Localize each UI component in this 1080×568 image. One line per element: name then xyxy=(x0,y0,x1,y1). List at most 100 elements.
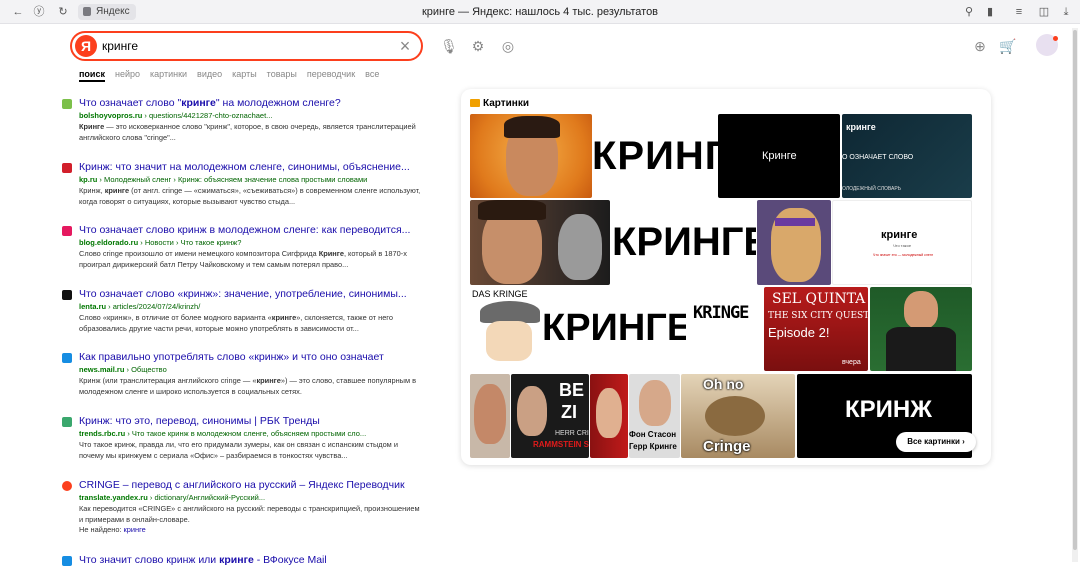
search-result: Кринж: что это, перевод, синонимы | РБК … xyxy=(62,415,422,465)
thumb-text: Фон Стасон xyxy=(629,430,677,439)
search-result: Что означает слово "кринге" на молодежно… xyxy=(62,97,422,147)
clear-search-icon[interactable]: × xyxy=(397,36,413,56)
image-thumb[interactable]: КРИНГЕ xyxy=(592,114,718,198)
image-thumb[interactable]: кринге Что такое Что значит это — молоде… xyxy=(832,200,972,285)
search-tabs: поиск нейро картинки видео карты товары … xyxy=(79,68,389,82)
result-url[interactable]: trends.rbc.ru › Что такое кринж в молоде… xyxy=(79,429,419,439)
all-images-button[interactable]: Все картинки › xyxy=(896,432,976,452)
image-thumb[interactable] xyxy=(470,374,510,458)
result-title[interactable]: Что означает слово «кринж»: значение, уп… xyxy=(79,288,419,301)
plus-icon[interactable]: ⊕ xyxy=(971,37,989,55)
thumb-text: кринге xyxy=(846,122,876,132)
site-favicon xyxy=(62,163,72,173)
image-thumb[interactable]: KRINGE xyxy=(687,287,763,371)
search-result: Что означает слово «кринж»: значение, уп… xyxy=(62,288,422,338)
image-thumb[interactable] xyxy=(470,200,610,285)
site-favicon xyxy=(62,353,72,363)
result-snippet: Слово «кринж», в отличие от более модног… xyxy=(79,313,393,333)
lock-icon[interactable] xyxy=(83,7,91,16)
tab-video[interactable]: видео xyxy=(197,68,222,82)
thumb-text: Episode 2! xyxy=(768,325,830,340)
result-url[interactable]: translate.yandex.ru › dictionary/Английс… xyxy=(79,493,419,503)
extensions-icon[interactable]: ◫ xyxy=(1036,4,1052,20)
thumb-text: Cringe xyxy=(703,438,751,455)
face-image xyxy=(639,380,671,426)
result-url[interactable]: lenta.ru › articles/2024/07/24/krinzh/ xyxy=(79,302,419,312)
result-url[interactable]: kp.ru › Молодежный сленг › Кринж: объясн… xyxy=(79,175,419,185)
image-thumb[interactable]: DAS KRINGE xyxy=(470,287,542,371)
result-url[interactable]: bolshoyvopros.ru › questions/4421287-cht… xyxy=(79,111,419,121)
face-image xyxy=(517,386,547,436)
thumb-text: KRINGE xyxy=(693,303,749,323)
download-icon[interactable]: ⤓ xyxy=(1058,4,1074,20)
tab-search[interactable]: поиск xyxy=(79,68,105,82)
yandex-logo[interactable]: Я xyxy=(75,35,97,57)
thumb-text: вчера xyxy=(842,359,861,366)
tab-neuro[interactable]: нейро xyxy=(115,68,140,82)
back-icon[interactable]: ← xyxy=(10,4,26,20)
thumb-text: Oh no xyxy=(703,376,744,392)
filters-icon[interactable]: ⚙ xyxy=(469,37,487,55)
microphone-icon[interactable]: 🎙 xyxy=(440,37,458,55)
thumb-text: Герр Кринге xyxy=(629,442,677,451)
image-thumb[interactable]: BE ZI HERR CRI RAMMSTEIN S xyxy=(511,374,589,458)
yandex-browser-icon[interactable]: ⓨ xyxy=(31,4,47,20)
result-title[interactable]: Кринж: что значит на молодежном сленге, … xyxy=(79,161,419,174)
thumb-text: О ОЗНАЧАЕТ СЛОВО xyxy=(842,154,914,161)
bookmark-icon[interactable]: ▮ xyxy=(982,4,998,20)
camera-search-icon[interactable]: ◎ xyxy=(499,37,517,55)
result-url[interactable]: news.mail.ru › Общество xyxy=(79,365,419,375)
result-title[interactable]: Что значит слово кринж или кринге - ВФок… xyxy=(79,554,419,567)
site-favicon xyxy=(62,290,72,300)
thumb-text: Что значит это — молодежный сленг xyxy=(873,253,934,257)
image-thumb[interactable] xyxy=(870,287,972,371)
thumb-text: RAMMSTEIN S xyxy=(533,440,589,449)
scrollbar-thumb[interactable] xyxy=(1073,30,1077,550)
image-thumb[interactable] xyxy=(590,374,628,458)
image-thumb[interactable]: КРИНГЕ xyxy=(542,287,686,371)
browser-toolbar xyxy=(0,0,1080,24)
tab-translator[interactable]: переводчик xyxy=(307,68,355,82)
thumb-text: Кринге xyxy=(762,150,797,162)
thumb-text: ОЛОДЕЖНЫЙ СЛОВАРЬ xyxy=(842,186,901,192)
missing-word-link[interactable]: кринге xyxy=(124,525,146,534)
image-thumb[interactable]: Oh no Cringe xyxy=(681,374,795,458)
search-result: Как правильно употреблять слово «кринж» … xyxy=(62,351,422,401)
thumb-text: THE SIX CITY QUEST xyxy=(768,311,868,321)
result-title[interactable]: Кринж: что это, перевод, синонимы | РБК … xyxy=(79,415,419,428)
tab-images[interactable]: картинки xyxy=(150,68,187,82)
site-favicon xyxy=(62,226,72,236)
result-title[interactable]: Что означает слово "кринге" на молодежно… xyxy=(79,97,419,110)
thumb-text: КРИНЖ xyxy=(845,396,932,423)
result-snippet: Кринге — это исковерканное слово "кринж"… xyxy=(79,122,416,142)
images-heading[interactable]: Картинки xyxy=(470,97,529,111)
thumb-text: HERR CRI xyxy=(555,430,589,437)
image-thumb[interactable] xyxy=(757,200,831,285)
result-snippet: Как переводится «CRINGE» с английского н… xyxy=(79,504,420,524)
cart-icon[interactable]: 🛒 xyxy=(999,37,1017,55)
site-favicon xyxy=(62,417,72,427)
tab-all[interactable]: все xyxy=(365,68,379,82)
result-title[interactable]: CRINGE – перевод с английского на русски… xyxy=(79,479,419,492)
result-snippet: Кринж (или транслитерация английского cr… xyxy=(79,376,417,396)
tab-maps[interactable]: карты xyxy=(232,68,257,82)
image-thumb[interactable]: КРИНГЕ xyxy=(612,200,756,285)
search-result: Что означает слово кринж в молодежном сл… xyxy=(62,224,422,274)
search-input[interactable] xyxy=(102,36,382,56)
location-icon[interactable]: ⚲ xyxy=(961,4,977,20)
result-title[interactable]: Как правильно употреблять слово «кринж» … xyxy=(79,351,419,364)
image-thumb[interactable] xyxy=(470,114,592,198)
thumb-text: КРИНГЕ xyxy=(592,134,718,178)
result-snippet: Что такое кринж, правда ли, что его прид… xyxy=(79,440,398,460)
image-thumb[interactable]: Кринге xyxy=(718,114,840,198)
image-thumb[interactable]: SEL QUINTA THE SIX CITY QUEST Episode 2!… xyxy=(764,287,868,371)
image-thumb[interactable]: кринге О ОЗНАЧАЕТ СЛОВО ОЛОДЕЖНЫЙ СЛОВАР… xyxy=(842,114,972,198)
menu-icon[interactable]: ≡ xyxy=(1011,4,1027,20)
result-url[interactable]: blog.eldorado.ru › Новости › Что такое к… xyxy=(79,238,419,248)
thumb-text: Что такое xyxy=(893,243,912,248)
tab-products[interactable]: товары xyxy=(267,68,297,82)
result-title[interactable]: Что означает слово кринж в молодежном сл… xyxy=(79,224,419,237)
thumb-text: ZI xyxy=(561,402,577,422)
reload-icon[interactable]: ↻ xyxy=(55,4,71,20)
image-thumb[interactable]: Фон Стасон Герр Кринге xyxy=(629,374,680,458)
